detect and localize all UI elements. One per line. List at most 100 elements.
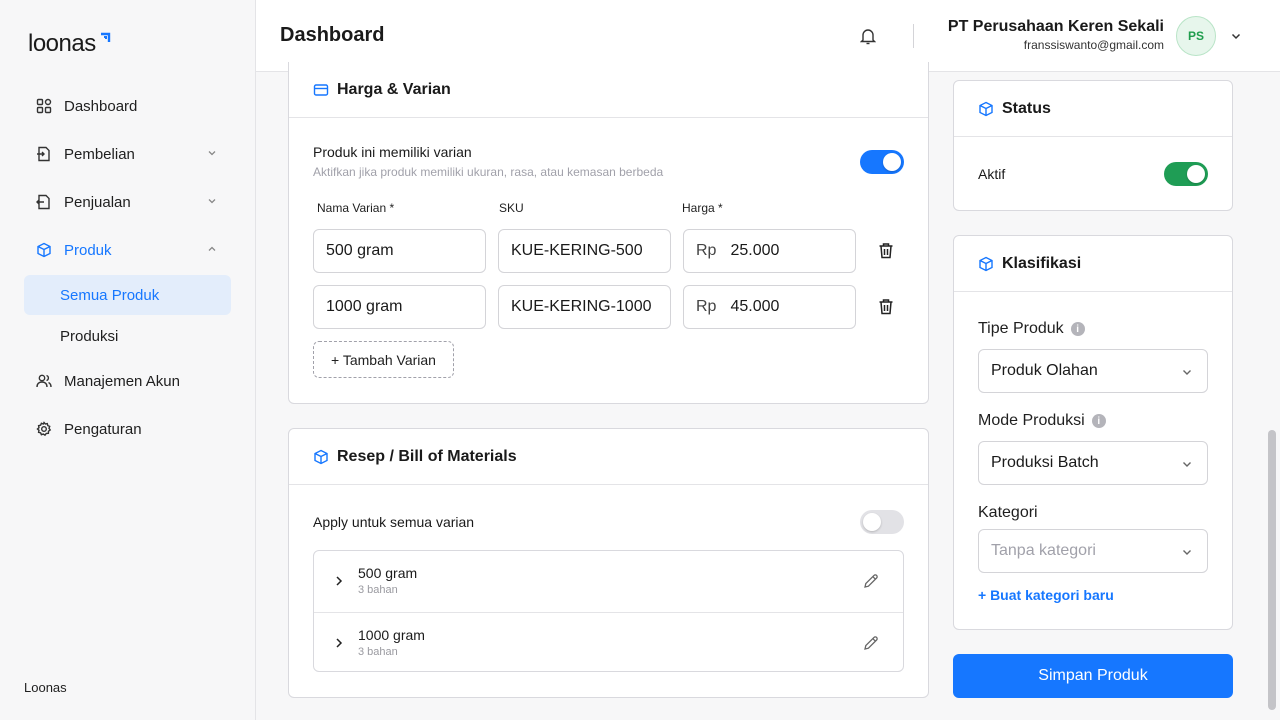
- sidebar-item-manajemen-akun[interactable]: Manajemen Akun: [24, 357, 231, 405]
- status-toggle[interactable]: [1164, 162, 1208, 186]
- klasifikasi-card: Klasifikasi Tipe Produk i Produk Olahan …: [953, 235, 1233, 630]
- col-nama-varian: Nama Varian *: [317, 201, 395, 215]
- box-icon: [978, 256, 994, 272]
- resep-bom-card: Resep / Bill of Materials Apply untuk se…: [288, 428, 929, 698]
- status-card: Status Aktif: [953, 80, 1233, 211]
- chevron-right-icon[interactable]: [334, 575, 344, 587]
- toggle-knob: [863, 513, 881, 531]
- chevron-right-icon[interactable]: [334, 637, 344, 649]
- apply-all-toggle[interactable]: [860, 510, 904, 534]
- toggle-knob: [883, 153, 901, 171]
- sidebar-item-pengaturan[interactable]: Pengaturan: [24, 405, 231, 453]
- card-icon: [313, 82, 329, 98]
- col-sku: SKU: [499, 201, 524, 215]
- currency-prefix: Rp: [696, 298, 717, 315]
- mode-produksi-select[interactable]: Produksi Batch: [978, 441, 1208, 485]
- variant-price-value: 45.000: [730, 298, 780, 315]
- variant-price-input[interactable]: Rp 25.000: [683, 229, 856, 273]
- variant-toggle[interactable]: [860, 150, 904, 174]
- add-variant-button[interactable]: + Tambah Varian: [313, 341, 454, 378]
- bell-icon[interactable]: [860, 27, 876, 45]
- user-info[interactable]: PT Perusahaan Keren Sekali franssiswanto…: [948, 18, 1164, 52]
- sales-doc-icon: [36, 194, 52, 210]
- status-label: Aktif: [978, 166, 1006, 182]
- currency-prefix: Rp: [696, 242, 717, 259]
- logo-mark-icon: [100, 32, 110, 42]
- sidebar-item-penjualan[interactable]: Penjualan: [24, 178, 231, 226]
- logo[interactable]: loonas: [28, 26, 111, 56]
- variant-sku-input[interactable]: KUE-KERING-500: [498, 229, 671, 273]
- sidebar-subitem-semua-produk[interactable]: Semua Produk: [24, 275, 231, 315]
- variant-price-input[interactable]: Rp 45.000: [683, 285, 856, 329]
- card-title: Klasifikasi: [1002, 254, 1082, 272]
- bom-row[interactable]: 500 gram 3 bahan: [314, 551, 903, 612]
- card-title: Harga & Varian: [337, 80, 451, 98]
- bom-row-title: 500 gram: [358, 565, 418, 581]
- trash-icon[interactable]: [878, 298, 894, 315]
- select-value: Produksi Batch: [991, 454, 1099, 471]
- chevron-down-icon: [208, 151, 216, 156]
- sidebar-item-label: Produk: [64, 241, 112, 259]
- status-header: Status: [954, 81, 1232, 137]
- company-name: PT Perusahaan Keren Sekali: [947, 18, 1164, 35]
- save-product-button[interactable]: Simpan Produk: [953, 654, 1233, 698]
- box-icon: [978, 101, 994, 117]
- tipe-produk-label: Tipe Produk i: [978, 320, 1085, 338]
- sidebar-nav: Dashboard Pembelian Penjualan Produk Sem…: [24, 82, 231, 453]
- tipe-produk-select[interactable]: Produk Olahan: [978, 349, 1208, 393]
- sidebar-item-label: Manajemen Akun: [64, 372, 180, 390]
- resep-header: Resep / Bill of Materials: [289, 429, 928, 485]
- bom-row-subtitle: 3 bahan: [358, 646, 398, 658]
- users-icon: [36, 373, 52, 389]
- avatar[interactable]: PS: [1176, 16, 1216, 56]
- box-icon: [36, 242, 52, 258]
- chevron-down-icon: [1183, 462, 1191, 467]
- variant-sku-input[interactable]: KUE-KERING-1000: [498, 285, 671, 329]
- scrollbar[interactable]: [1268, 430, 1276, 710]
- sidebar-item-produk[interactable]: Produk: [24, 226, 231, 274]
- sidebar-item-label: Pengaturan: [64, 420, 142, 438]
- new-kategori-link[interactable]: + Buat kategori baru: [978, 587, 1114, 603]
- user-email: franssiswanto@gmail.com: [1023, 38, 1164, 52]
- pencil-icon[interactable]: [863, 573, 879, 589]
- variant-price-value: 25.000: [730, 242, 780, 259]
- variant-toggle-hint: Aktifkan jika produk memiliki ukuran, ra…: [313, 165, 664, 179]
- chevron-down-icon: [1183, 370, 1191, 375]
- sidebar-item-label: Dashboard: [64, 97, 138, 115]
- box-icon: [313, 449, 329, 465]
- header-divider: [913, 24, 914, 48]
- page-title: Dashboard: [280, 24, 385, 46]
- sidebar-item-dashboard[interactable]: Dashboard: [24, 82, 231, 130]
- chevron-down-icon[interactable]: [1230, 30, 1242, 42]
- bom-row[interactable]: 1000 gram 3 bahan: [314, 612, 903, 673]
- bom-list: 500 gram 3 bahan 1000 gram 3 bahan: [313, 550, 904, 672]
- trash-icon[interactable]: [878, 242, 894, 259]
- select-value: Produk Olahan: [991, 362, 1098, 379]
- info-icon[interactable]: i: [1091, 414, 1106, 428]
- kategori-select[interactable]: Tanpa kategori: [978, 529, 1208, 573]
- variant-name-input[interactable]: 500 gram: [313, 229, 486, 273]
- info-icon[interactable]: i: [1070, 322, 1085, 336]
- sidebar-item-pembelian[interactable]: Pembelian: [24, 130, 231, 178]
- toggle-knob: [1187, 165, 1205, 183]
- gear-icon: [36, 421, 52, 437]
- harga-varian-header: Harga & Varian: [289, 62, 928, 118]
- klasifikasi-header: Klasifikasi: [954, 236, 1232, 292]
- select-placeholder: Tanpa kategori: [991, 542, 1096, 559]
- sidebar-subitem-produksi[interactable]: Produksi: [24, 316, 231, 356]
- variant-name-input[interactable]: 1000 gram: [313, 285, 486, 329]
- pencil-icon[interactable]: [863, 635, 879, 651]
- grid-icon: [36, 98, 52, 114]
- chevron-down-icon: [208, 199, 216, 204]
- card-title: Status: [1002, 99, 1051, 117]
- bom-row-title: 1000 gram: [358, 627, 425, 643]
- purchase-doc-icon: [36, 146, 52, 162]
- sidebar: loonas Dashboard Pembelian Penjualan Pro…: [0, 0, 256, 720]
- kategori-label: Kategori: [978, 504, 1038, 521]
- col-harga: Harga *: [682, 201, 723, 215]
- logo-text: loonas: [28, 30, 96, 57]
- chevron-down-icon: [1183, 550, 1191, 555]
- chevron-up-icon: [208, 246, 216, 251]
- sidebar-item-label: Pembelian: [64, 145, 135, 163]
- apply-all-label: Apply untuk semua varian: [313, 514, 475, 530]
